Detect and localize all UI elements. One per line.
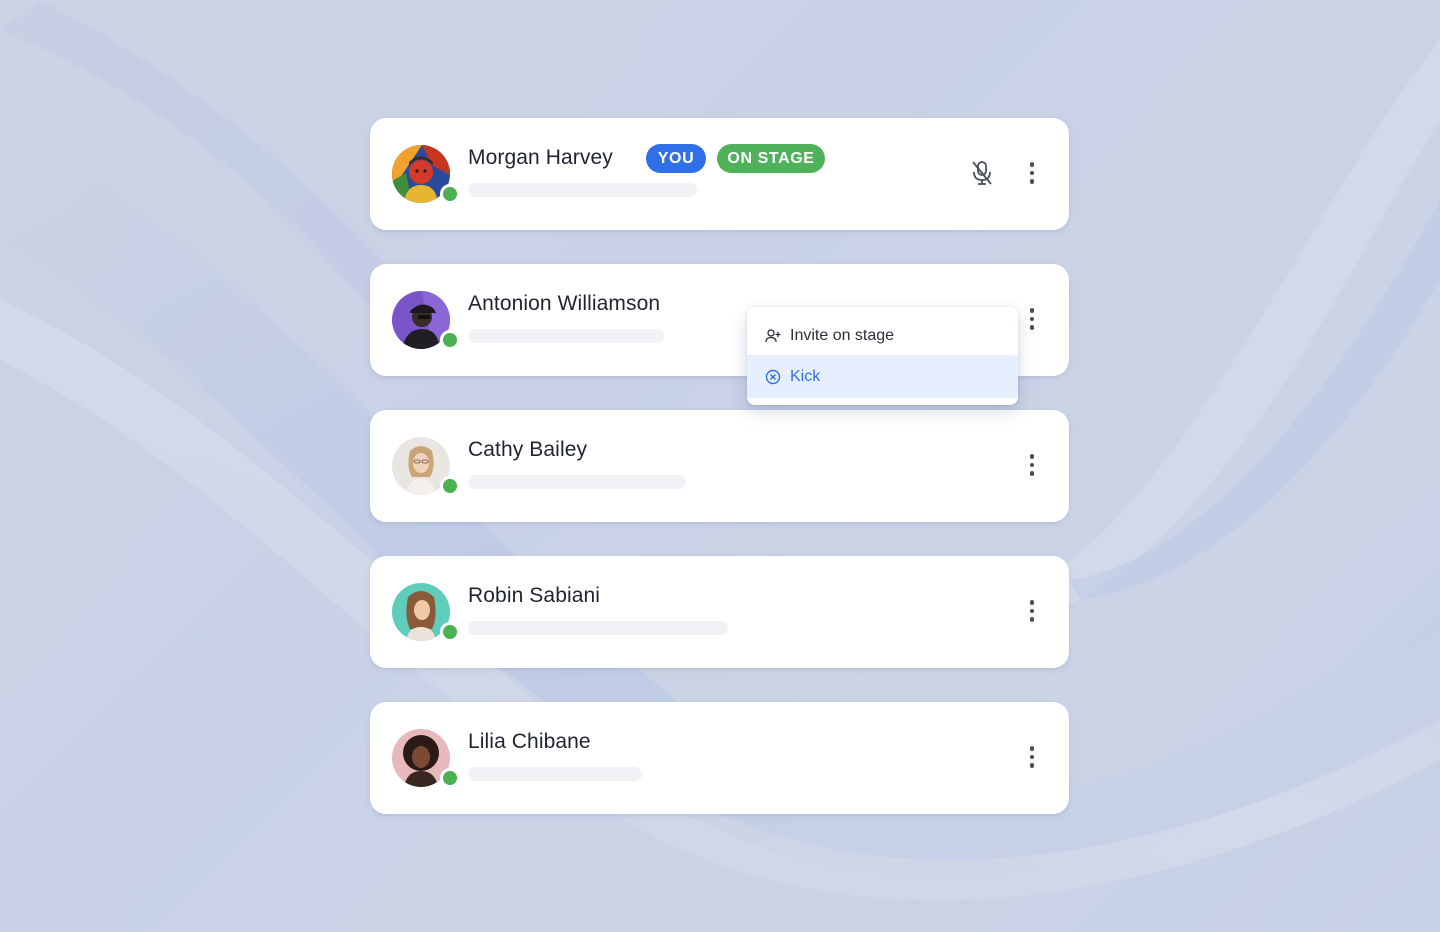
subtitle-placeholder — [468, 183, 697, 197]
participant-card-lilia-chibane: Lilia Chibane — [370, 702, 1069, 814]
menu-item-kick[interactable]: Kick — [747, 355, 1018, 398]
participant-name: Robin Sabiani — [468, 584, 601, 607]
online-status-dot — [440, 476, 460, 496]
more-options-button[interactable] — [1022, 304, 1042, 334]
menu-item-label: Kick — [790, 367, 821, 385]
subtitle-placeholder — [468, 767, 642, 781]
participant-card-robin-sabiani: Robin Sabiani — [370, 556, 1069, 668]
mic-off-icon — [972, 161, 992, 185]
participant-card-cathy-bailey: Cathy Bailey — [370, 410, 1069, 522]
online-status-dot — [440, 768, 460, 788]
more-options-button[interactable] — [1022, 158, 1042, 188]
more-vertical-icon — [1029, 454, 1035, 459]
more-options-button[interactable] — [1022, 596, 1042, 626]
on-stage-badge: ON STAGE — [717, 144, 825, 173]
subtitle-placeholder — [468, 329, 664, 343]
menu-item-label: Invite on stage — [790, 326, 895, 344]
mute-toggle-button[interactable] — [968, 158, 996, 188]
online-status-dot — [440, 330, 460, 350]
x-circle-icon — [765, 369, 781, 384]
online-status-dot — [440, 184, 460, 204]
participant-context-menu: Invite on stage Kick — [747, 307, 1018, 405]
more-vertical-icon — [1029, 162, 1035, 167]
participant-card-morgan-harvey: Morgan Harvey YOU ON STAGE — [370, 118, 1069, 230]
subtitle-placeholder — [468, 621, 728, 635]
menu-item-invite-on-stage[interactable]: Invite on stage — [747, 314, 1018, 357]
participant-name: Cathy Bailey — [468, 438, 588, 461]
participant-name: Lilia Chibane — [468, 730, 591, 753]
online-status-dot — [440, 622, 460, 642]
participant-name: Morgan Harvey — [468, 146, 613, 169]
more-vertical-icon — [1029, 308, 1035, 313]
participant-name: Antonion Williamson — [468, 292, 661, 315]
more-vertical-icon — [1029, 600, 1035, 605]
more-options-button[interactable] — [1022, 742, 1042, 772]
subtitle-placeholder — [468, 475, 686, 489]
user-plus-icon — [765, 328, 781, 342]
more-vertical-icon — [1029, 746, 1035, 751]
you-badge: YOU — [646, 144, 706, 173]
more-options-button[interactable] — [1022, 450, 1042, 480]
